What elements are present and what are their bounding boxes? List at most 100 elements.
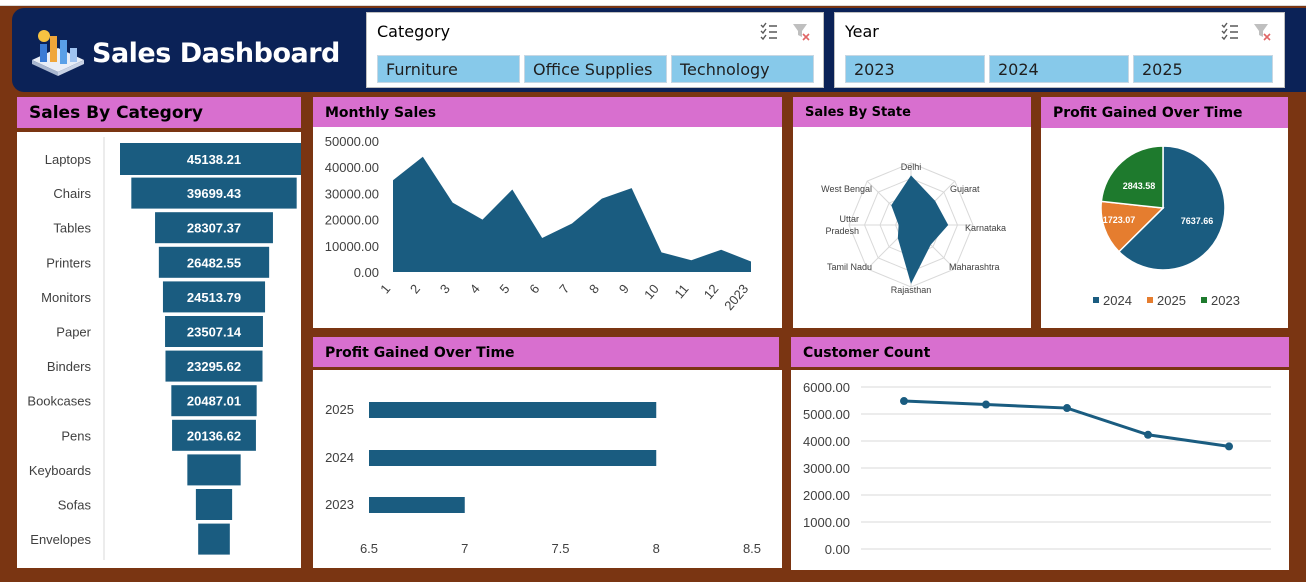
x-tick-label: 7 bbox=[461, 541, 468, 556]
funnel-category-label: Binders bbox=[47, 359, 92, 374]
legend-label: 2024 bbox=[1103, 293, 1132, 308]
funnel-data-label: 20487.01 bbox=[187, 394, 241, 409]
funnel-data-label: 26482.55 bbox=[187, 255, 241, 270]
multi-select-icon[interactable] bbox=[759, 21, 779, 41]
funnel-data-label: 39699.43 bbox=[187, 186, 241, 201]
profit-bar bbox=[369, 402, 657, 418]
radar-axis-label: Delhi bbox=[901, 162, 922, 172]
radar-axis-label: Rajasthan bbox=[891, 285, 932, 295]
x-tick-label: 6.5 bbox=[360, 541, 378, 556]
y-tick-label: 5000.00 bbox=[803, 407, 850, 422]
pie-slice bbox=[1100, 145, 1164, 209]
x-tick-label: 3 bbox=[437, 281, 453, 296]
profit-bar-chart: 2025 2024 2023 6.5 7 7.5 8 8.5 bbox=[325, 402, 761, 556]
profit-bar bbox=[369, 450, 657, 466]
funnel-category-label: Sofas bbox=[58, 498, 92, 513]
multi-select-icon[interactable] bbox=[1220, 21, 1240, 41]
y-tick-label: 4000.00 bbox=[803, 434, 850, 449]
sheet-gridlines bbox=[0, 0, 1306, 6]
sales-by-state-header: Sales By State bbox=[793, 97, 1031, 127]
y-tick-label: 10000.00 bbox=[325, 239, 379, 254]
funnel-data-label: 23507.14 bbox=[187, 325, 242, 340]
customer-count-point bbox=[1144, 430, 1152, 439]
x-tick-label: 5 bbox=[496, 281, 512, 296]
profit-bar bbox=[369, 497, 465, 513]
legend-swatch bbox=[1201, 297, 1207, 303]
x-tick-label: 9 bbox=[616, 281, 632, 296]
y-tick-label: 0.00 bbox=[354, 265, 379, 280]
pie-data-label: 7637.66 bbox=[1181, 216, 1214, 226]
funnel-bar bbox=[187, 454, 241, 486]
slicer-item-technology[interactable]: Technology bbox=[671, 55, 814, 83]
y-tick-label: 1000.00 bbox=[803, 515, 850, 530]
y-tick-label: 20000.00 bbox=[325, 213, 379, 228]
funnel-category-label: Printers bbox=[46, 255, 91, 270]
funnel-category-label: Envelopes bbox=[30, 532, 91, 547]
slicer-item-office-supplies[interactable]: Office Supplies bbox=[524, 55, 667, 83]
y-tick-label: 6000.00 bbox=[803, 380, 850, 395]
customer-count-point bbox=[1225, 442, 1233, 451]
funnel-data-label: 24513.79 bbox=[187, 290, 241, 305]
radar-axis-label: Uttar bbox=[839, 214, 859, 224]
sales-by-category-chart: Laptops 45138.21 Chairs 39699.43 Tables 28307… bbox=[27, 137, 308, 560]
funnel-category-label: Monitors bbox=[41, 290, 91, 305]
y-tick-label: 40000.00 bbox=[325, 160, 379, 175]
radar-axis-label: Maharashtra bbox=[949, 262, 1000, 272]
funnel-data-label: 45138.21 bbox=[187, 152, 241, 167]
funnel-data-label: 23295.62 bbox=[187, 359, 241, 374]
funnel-data-label: 28307.37 bbox=[187, 221, 241, 236]
radar-axis-label: West Bengal bbox=[821, 184, 872, 194]
customer-count-chart: 6000.00 5000.00 4000.00 3000.00 2000.00 1000.… bbox=[803, 380, 1271, 557]
funnel-category-label: Keyboards bbox=[29, 463, 92, 478]
y-tick-label: 30000.00 bbox=[325, 186, 379, 201]
x-tick-label: 7 bbox=[556, 281, 572, 296]
profit-pie-chart: 7637.66 1723.07 2843.58 2024 2025 2023 bbox=[1093, 145, 1240, 308]
clear-filter-icon[interactable] bbox=[1252, 21, 1272, 41]
monthly-sales-chart: 50000.00 40000.00 30000.00 20000.00 10000.00… bbox=[325, 134, 752, 313]
pie-data-label: 2843.58 bbox=[1123, 181, 1156, 191]
legend-swatch bbox=[1147, 297, 1153, 303]
profit-pie-panel: 7637.66 1723.07 2843.58 2024 2025 2023 bbox=[1041, 128, 1288, 328]
sales-by-state-panel: Delhi Gujarat Karnataka Maharashtra Rajastha… bbox=[793, 127, 1031, 328]
radar-axis-label: Pradesh bbox=[825, 226, 859, 236]
y-category-label: 2024 bbox=[325, 450, 354, 465]
dashboard-title: Sales Dashboard bbox=[92, 38, 340, 69]
x-tick-label: 2 bbox=[407, 281, 423, 296]
legend-label: 2025 bbox=[1157, 293, 1186, 308]
category-slicer: Category Furniture Office Supplies Techn… bbox=[366, 12, 824, 88]
pie-data-label: 1723.07 bbox=[1103, 215, 1136, 225]
slicer-item-2023[interactable]: 2023 bbox=[845, 55, 985, 83]
sales-by-state-chart: Delhi Gujarat Karnataka Maharashtra Rajastha… bbox=[821, 162, 1006, 295]
clear-filter-icon[interactable] bbox=[791, 21, 811, 41]
slicer-item-2024[interactable]: 2024 bbox=[989, 55, 1129, 83]
y-tick-label: 0.00 bbox=[825, 542, 850, 557]
profit-pie-header: Profit Gained Over Time bbox=[1041, 97, 1288, 128]
x-tick-label: 12 bbox=[701, 281, 722, 302]
funnel-category-label: Pens bbox=[61, 428, 91, 443]
y-category-label: 2023 bbox=[325, 497, 354, 512]
y-tick-label: 2000.00 bbox=[803, 488, 850, 503]
customer-count-panel: 6000.00 5000.00 4000.00 3000.00 2000.00 1000.… bbox=[791, 370, 1289, 570]
x-tick-label: 2023 bbox=[721, 281, 751, 313]
customer-count-header: Customer Count bbox=[791, 337, 1289, 367]
customer-count-point bbox=[982, 400, 990, 409]
x-tick-label: 1 bbox=[377, 281, 393, 296]
sales-by-category-header: Sales By Category bbox=[17, 97, 301, 128]
profit-bar-header: Profit Gained Over Time bbox=[313, 337, 779, 367]
x-tick-label: 4 bbox=[467, 281, 483, 296]
x-tick-label: 10 bbox=[641, 281, 662, 302]
x-tick-label: 6 bbox=[526, 281, 542, 296]
sales-by-category-panel: Laptops 45138.21 Chairs 39699.43 Tables 28307… bbox=[17, 132, 308, 568]
x-tick-label: 8.5 bbox=[743, 541, 761, 556]
monthly-sales-header: Monthly Sales bbox=[313, 97, 782, 127]
funnel-bar bbox=[198, 523, 230, 555]
x-tick-label: 7.5 bbox=[551, 541, 569, 556]
radar-axis-label: Gujarat bbox=[950, 184, 980, 194]
slicer-item-2025[interactable]: 2025 bbox=[1133, 55, 1273, 83]
x-tick-label: 8 bbox=[586, 281, 602, 296]
funnel-category-label: Laptops bbox=[45, 152, 92, 167]
customer-count-point bbox=[1063, 404, 1071, 413]
y-category-label: 2025 bbox=[325, 402, 354, 417]
legend-label: 2023 bbox=[1211, 293, 1240, 308]
slicer-item-furniture[interactable]: Furniture bbox=[377, 55, 520, 83]
